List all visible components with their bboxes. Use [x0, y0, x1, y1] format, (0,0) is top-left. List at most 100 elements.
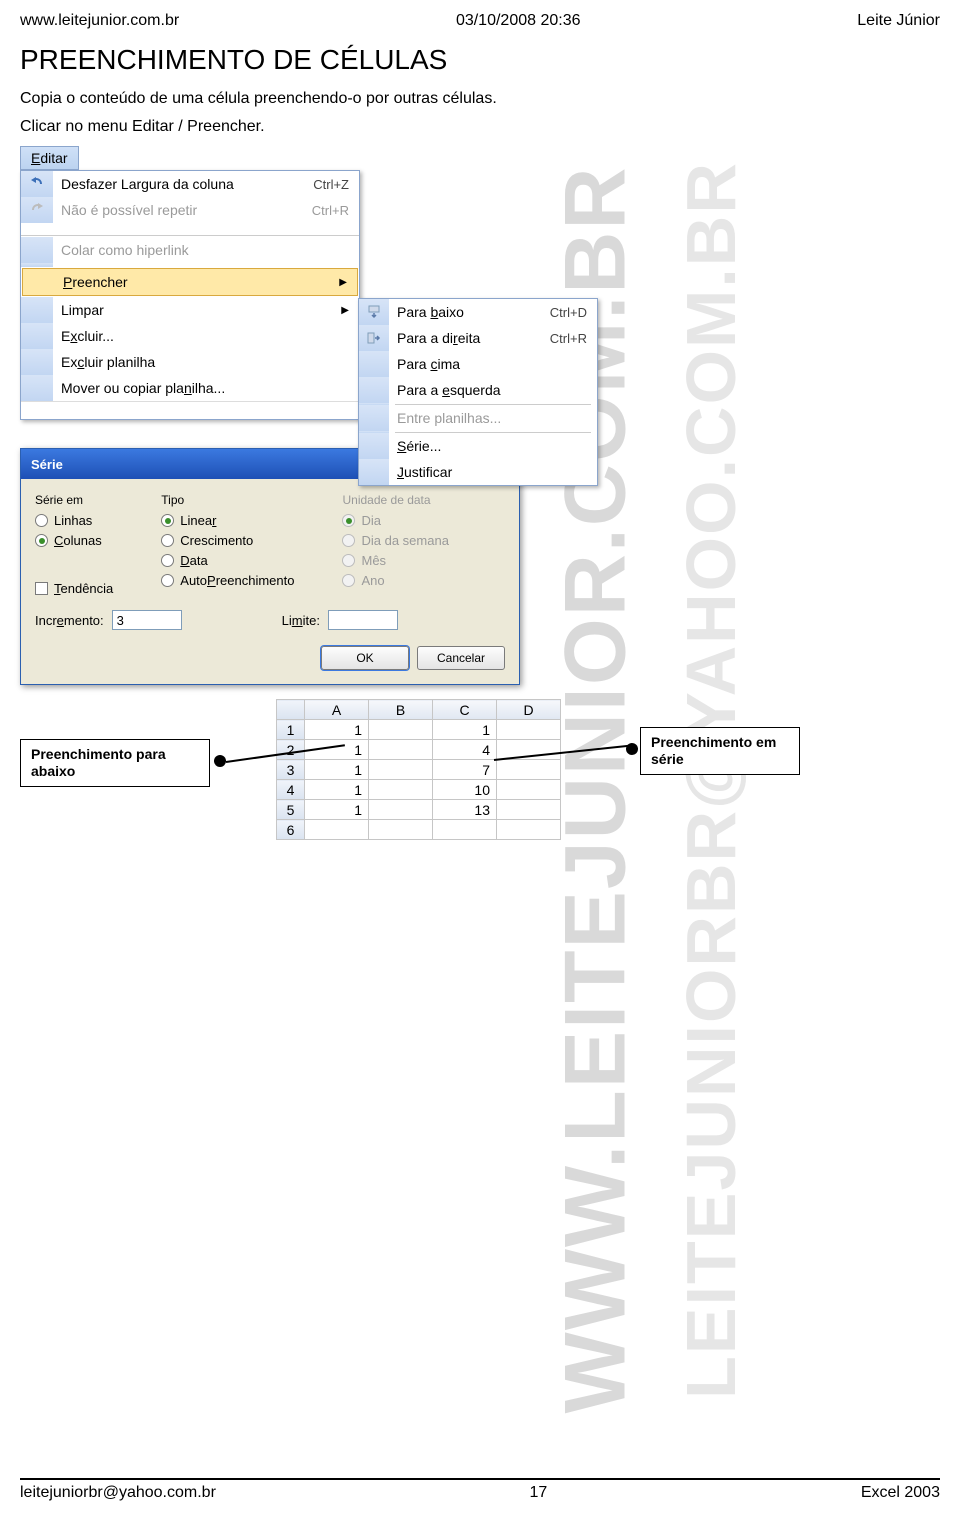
menu-item-preencher[interactable]: Preencher ▶ [22, 268, 358, 296]
cell[interactable] [369, 740, 433, 760]
limite-input[interactable] [328, 610, 398, 630]
tendencia-label: Tendência [54, 581, 113, 596]
footer-right: Excel 2003 [861, 1484, 940, 1502]
radio-auto-label: AutoPreenchimento [180, 573, 294, 588]
radio-ano: Ano [342, 573, 448, 588]
cell[interactable] [369, 720, 433, 740]
cell[interactable]: 10 [433, 780, 497, 800]
radio-colunas[interactable]: Colunas [35, 533, 113, 548]
menu-undo-label: Desfazer Largura da coluna [53, 176, 313, 192]
row-header[interactable]: 6 [277, 820, 305, 840]
cell[interactable] [369, 760, 433, 780]
menu-editar[interactable]: Editar [20, 146, 79, 170]
sub-esquerda-label: Para a esquerda [389, 382, 597, 398]
radio-cresc-label: Crescimento [180, 533, 253, 548]
header-right: Leite Júnior [857, 12, 940, 30]
header-center: 03/10/2008 20:36 [456, 12, 581, 30]
radio-data[interactable]: Data [161, 553, 294, 568]
cell[interactable] [497, 720, 561, 740]
fill-right-icon [359, 325, 389, 351]
row-header[interactable]: 3 [277, 760, 305, 780]
radio-colunas-label: Colunas [54, 533, 102, 548]
menu-item-mover[interactable]: Mover ou copiar planilha... [21, 375, 359, 401]
menu-torn-edge [21, 223, 359, 237]
sub-item-justificar[interactable]: Justificar [359, 459, 597, 485]
radio-crescimento[interactable]: Crescimento [161, 533, 294, 548]
radio-mes-label: Mês [361, 553, 386, 568]
cell[interactable] [369, 820, 433, 840]
menu-redo-label: Não é possível repetir [53, 202, 312, 218]
col-header-d[interactable]: D [497, 700, 561, 720]
cell[interactable] [305, 820, 369, 840]
row-header[interactable]: 5 [277, 800, 305, 820]
sub-item-esquerda[interactable]: Para a esquerda [359, 377, 597, 403]
radio-dia: Dia [342, 513, 448, 528]
ok-button[interactable]: OK [321, 646, 409, 670]
sub-baixo-label: Para baixo [389, 304, 550, 320]
sub-item-serie[interactable]: Série... [359, 433, 597, 459]
row-header[interactable]: 1 [277, 720, 305, 740]
dialog-title: Série [31, 457, 63, 472]
row-header[interactable]: 4 [277, 780, 305, 800]
radio-linhas-label: Linhas [54, 513, 92, 528]
cell[interactable] [369, 800, 433, 820]
sub-planilhas-label: Entre planilhas... [389, 410, 597, 426]
cell[interactable] [497, 760, 561, 780]
sub-direita-label: Para a direita [389, 330, 550, 346]
radio-data-label: Data [180, 553, 207, 568]
col-header-a[interactable]: A [305, 700, 369, 720]
checkbox-tendencia[interactable]: Tendência [35, 581, 113, 596]
menu-item-excluir-planilha[interactable]: Excluir planilha [21, 349, 359, 375]
cell[interactable]: 1 [305, 780, 369, 800]
cell[interactable]: 1 [433, 720, 497, 740]
menu-editar-label: ditar [40, 150, 67, 166]
page-title: PREENCHIMENTO DE CÉLULAS [20, 44, 940, 76]
radio-linhas[interactable]: Linhas [35, 513, 113, 528]
callout-dot [214, 755, 226, 767]
group-serie-em: Série em [35, 493, 113, 507]
menu-excluir-plan-label: Excluir planilha [53, 354, 359, 370]
radio-dia-label: Dia [361, 513, 381, 528]
sub-serie-label: Série... [389, 438, 597, 454]
cell[interactable] [497, 800, 561, 820]
cancel-button[interactable]: Cancelar [417, 646, 505, 670]
page-footer: leitejuniorbr@yahoo.com.br 17 Excel 2003 [20, 1478, 940, 1502]
col-header-c[interactable]: C [433, 700, 497, 720]
menu-item-limpar[interactable]: Limpar ▶ [21, 297, 359, 323]
cell[interactable] [369, 780, 433, 800]
cell[interactable]: 7 [433, 760, 497, 780]
sub-baixo-shortcut: Ctrl+D [550, 305, 597, 320]
cell[interactable] [433, 820, 497, 840]
footer-left: leitejuniorbr@yahoo.com.br [20, 1484, 216, 1502]
cell[interactable]: 1 [305, 720, 369, 740]
page-header: www.leitejunior.com.br 03/10/2008 20:36 … [20, 12, 940, 30]
intro-text-1: Copia o conteúdo de uma célula preenchen… [20, 90, 940, 108]
radio-linear[interactable]: Linear [161, 513, 294, 528]
submenu-arrow-icon: ▶ [329, 277, 357, 288]
intro-text-2: Clicar no menu Editar / Preencher. [20, 118, 940, 136]
menu-item-undo[interactable]: Desfazer Largura da coluna Ctrl+Z [21, 171, 359, 197]
col-header-b[interactable]: B [369, 700, 433, 720]
spreadsheet: A B C D 111 214 317 4110 5113 6 [276, 699, 561, 840]
sub-item-cima[interactable]: Para cima [359, 351, 597, 377]
submenu-arrow-icon: ▶ [331, 305, 359, 316]
sub-justificar-label: Justificar [389, 464, 597, 480]
cell[interactable]: 1 [305, 800, 369, 820]
menu-item-excluir[interactable]: Excluir... [21, 323, 359, 349]
radio-dia-semana: Dia da semana [342, 533, 448, 548]
corner-cell[interactable] [277, 700, 305, 720]
sub-item-direita[interactable]: Para a direita Ctrl+R [359, 325, 597, 351]
menu-torn-edge-bottom [21, 401, 359, 419]
limite-label: Limite: [282, 613, 320, 628]
editar-dropdown: Desfazer Largura da coluna Ctrl+Z Não é … [20, 170, 360, 420]
cell[interactable]: 13 [433, 800, 497, 820]
incremento-input[interactable] [112, 610, 182, 630]
cell[interactable] [497, 820, 561, 840]
cell[interactable]: 1 [305, 760, 369, 780]
menu-limpar-label: Limpar [53, 302, 331, 318]
menu-colar-label: Colar como hiperlink [53, 242, 359, 258]
cell[interactable]: 4 [433, 740, 497, 760]
radio-auto[interactable]: AutoPreenchimento [161, 573, 294, 588]
sub-item-baixo[interactable]: Para baixo Ctrl+D [359, 299, 597, 325]
cell[interactable] [497, 780, 561, 800]
